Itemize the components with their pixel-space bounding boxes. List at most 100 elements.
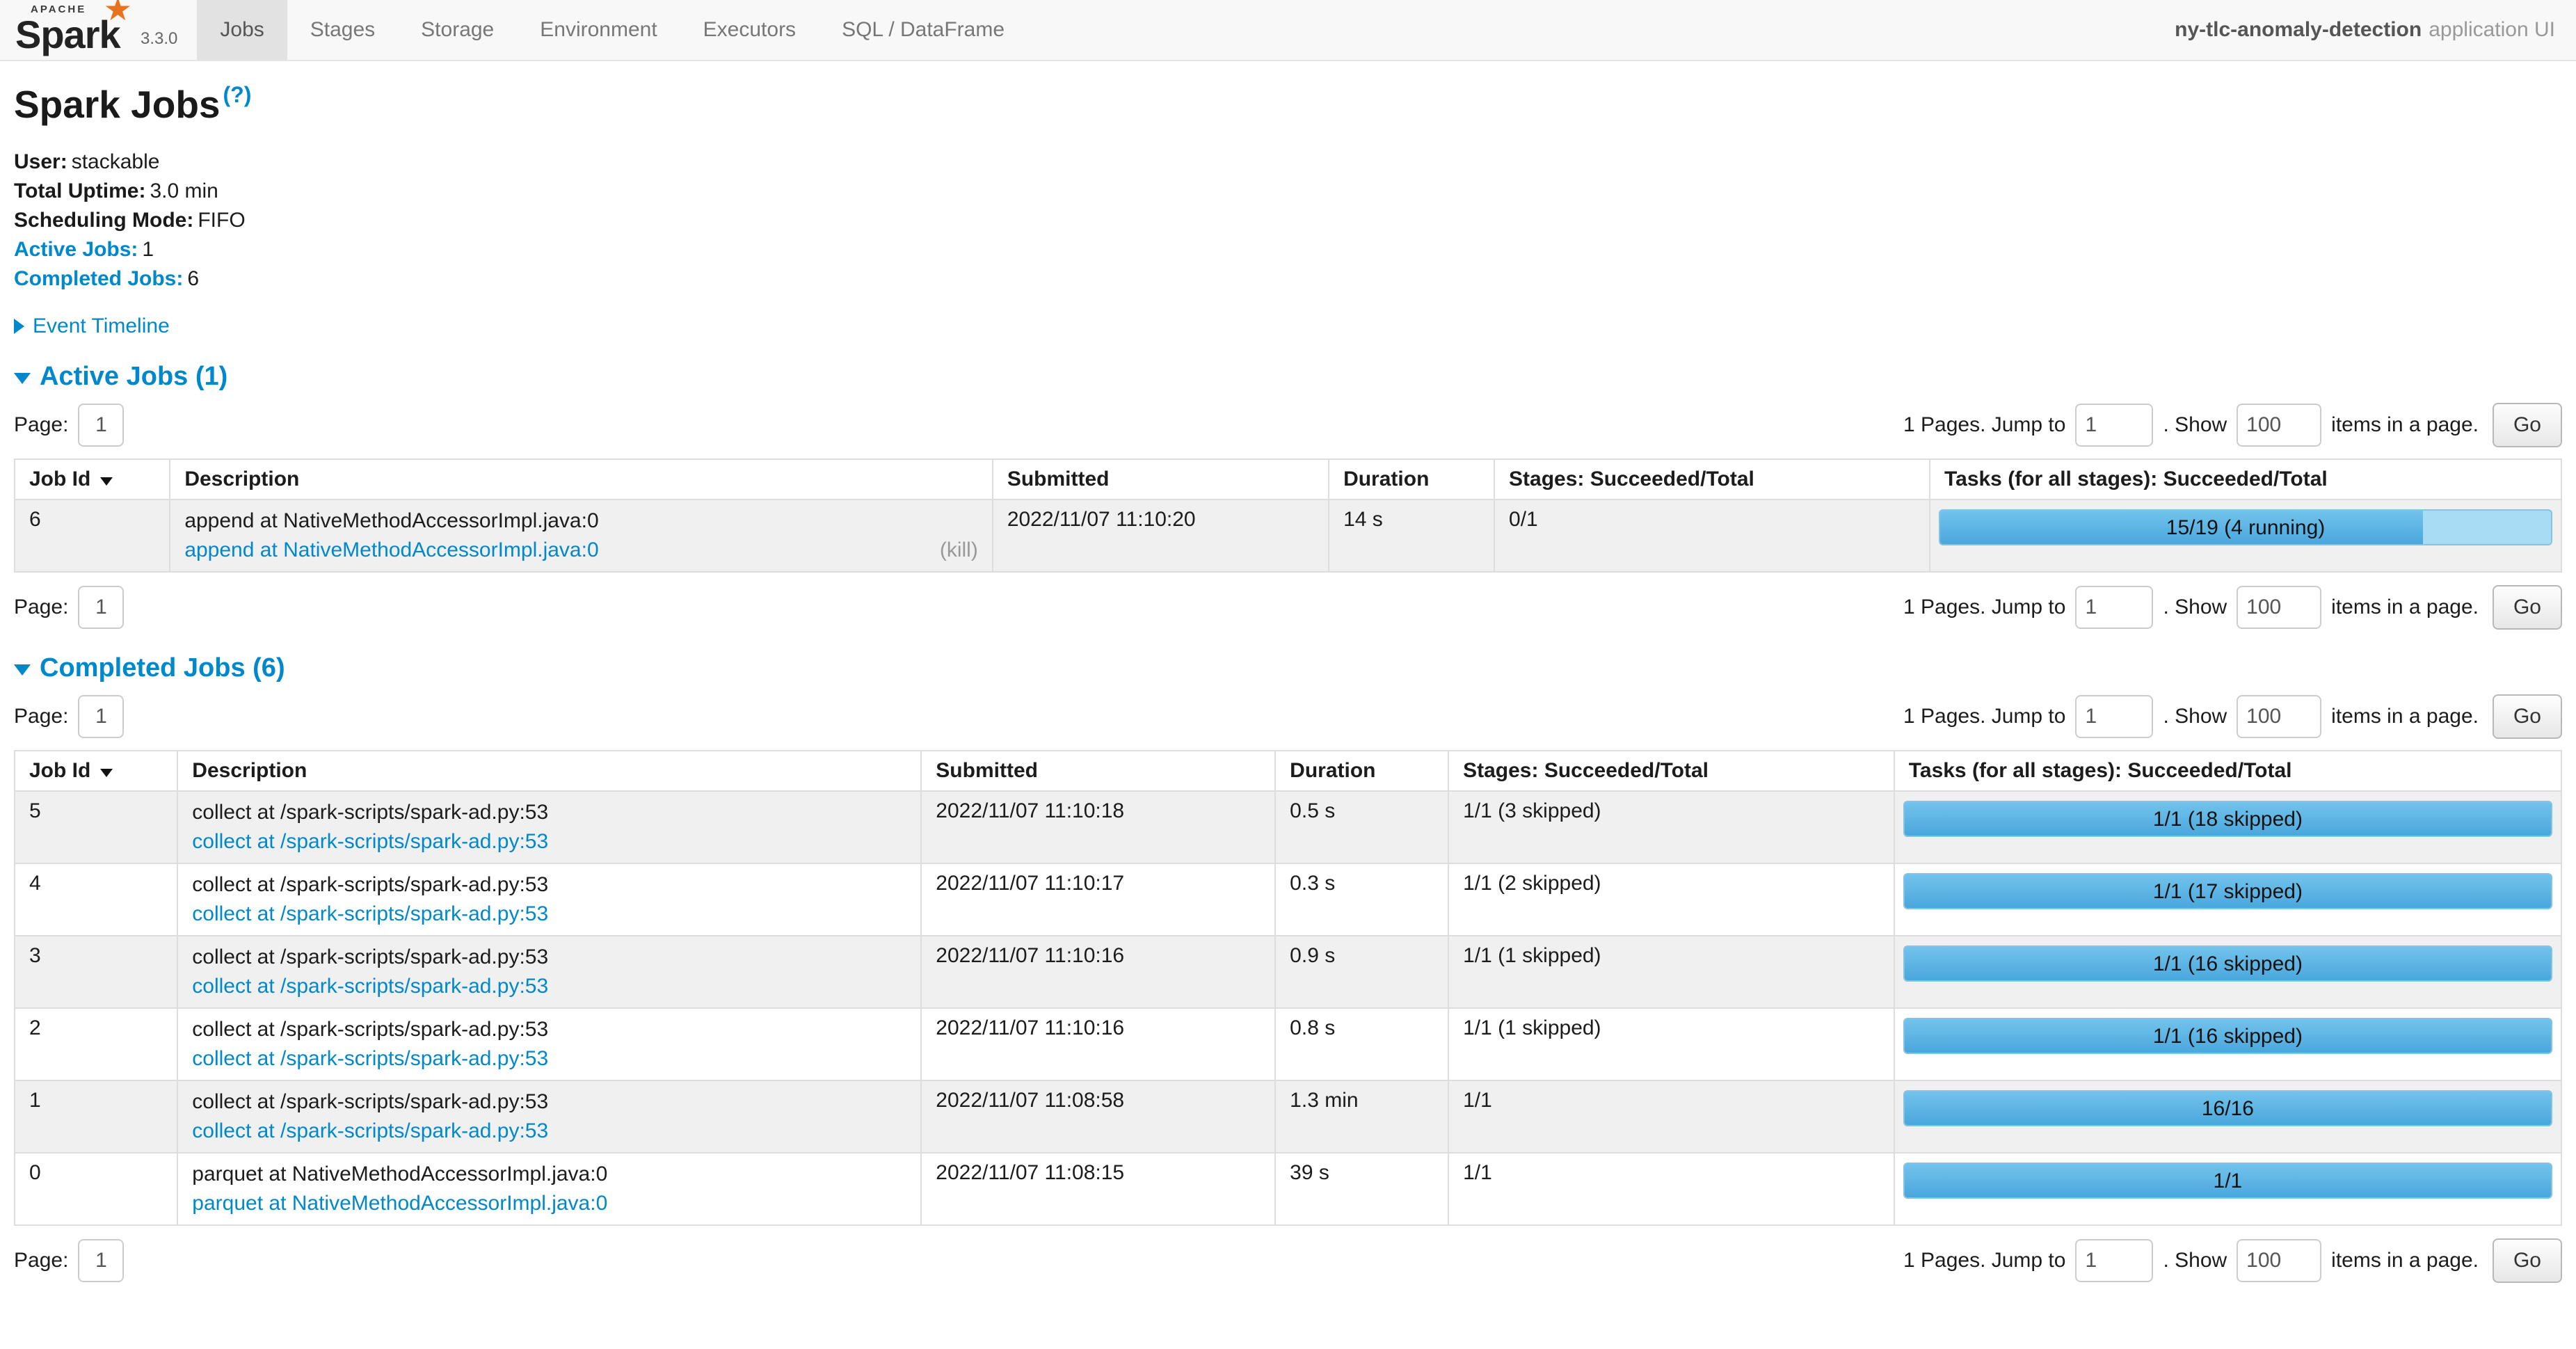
active-jobs-heading: Active Jobs (1) — [40, 362, 227, 392]
collapse-closed-arrow-icon — [14, 319, 24, 334]
job-submitted-cell: 2022/11/07 11:10:16 — [921, 936, 1275, 1008]
job-description-cell: collect at /spark-scripts/spark-ad.py:53… — [177, 791, 921, 863]
nav-tab-stages[interactable]: Stages — [287, 0, 398, 60]
event-timeline-toggle[interactable]: Event Timeline — [14, 314, 170, 338]
job-description-cell: collect at /spark-scripts/spark-ad.py:53… — [177, 1008, 921, 1080]
items-per-page-input[interactable] — [2237, 695, 2321, 738]
jump-to-input[interactable] — [2075, 695, 2153, 738]
nav-tab-sql-dataframe[interactable]: SQL / DataFrame — [819, 0, 1027, 60]
job-stages-cell: 1/1 (3 skipped) — [1448, 791, 1894, 863]
column-header-duration[interactable]: Duration — [1329, 459, 1494, 500]
summary-completed-jobs: Completed Jobs:6 — [14, 264, 2562, 294]
column-header-job-id[interactable]: Job Id — [15, 751, 177, 791]
column-header-description[interactable]: Description — [170, 459, 993, 500]
job-id-cell: 2 — [15, 1008, 177, 1080]
job-duration-cell: 0.3 s — [1275, 863, 1448, 936]
spark-star-icon: ★ — [104, 0, 132, 25]
column-header-job-id[interactable]: Job Id — [15, 459, 170, 500]
job-id-header-label: Job Id — [29, 468, 90, 490]
items-per-page-label: items in a page. — [2331, 413, 2479, 437]
sort-descending-icon — [100, 477, 113, 486]
jump-to-input[interactable] — [2075, 404, 2153, 447]
job-stages-cell: 1/1 — [1448, 1153, 1894, 1225]
column-header-stages[interactable]: Stages: Succeeded/Total — [1448, 751, 1894, 791]
job-stages-cell: 1/1 (1 skipped) — [1448, 936, 1894, 1008]
job-description-link[interactable]: collect at /spark-scripts/spark-ad.py:53 — [192, 1046, 548, 1072]
job-description-link[interactable]: collect at /spark-scripts/spark-ad.py:53 — [192, 901, 548, 927]
items-per-page-label: items in a page. — [2331, 1249, 2479, 1272]
go-button[interactable]: Go — [2493, 694, 2562, 739]
job-duration-cell: 0.9 s — [1275, 936, 1448, 1008]
completed-jobs-heading: Completed Jobs (6) — [40, 653, 285, 683]
page-number-input[interactable] — [78, 404, 124, 447]
job-description-link[interactable]: append at NativeMethodAccessorImpl.java:… — [184, 537, 598, 564]
job-id-cell: 3 — [15, 936, 177, 1008]
application-ui-label: ny-tlc-anomaly-detection application UI — [2175, 0, 2555, 60]
job-description-text: collect at /spark-scripts/spark-ad.py:53 — [192, 799, 906, 826]
progress-label: 1/1 (16 skipped) — [1905, 947, 2551, 980]
job-duration-cell: 39 s — [1275, 1153, 1448, 1225]
job-description-link[interactable]: collect at /spark-scripts/spark-ad.py:53 — [192, 973, 548, 1000]
spark-logo: APACHE Spark ★ — [14, 0, 134, 54]
column-header-description[interactable]: Description — [177, 751, 921, 791]
completed-job-row: 2 collect at /spark-scripts/spark-ad.py:… — [15, 1008, 2561, 1080]
job-submitted-cell: 2022/11/07 11:08:15 — [921, 1153, 1275, 1225]
page-label: Page: — [14, 413, 68, 437]
job-tasks-cell: 15/19 (4 running) — [1930, 500, 2561, 572]
page-content: Spark Jobs(?) User:stackable Total Uptim… — [0, 82, 2576, 1322]
completed-job-row: 3 collect at /spark-scripts/spark-ad.py:… — [15, 936, 2561, 1008]
active-jobs-link[interactable]: Active Jobs: — [14, 238, 138, 261]
column-header-tasks[interactable]: Tasks (for all stages): Succeeded/Total — [1894, 751, 2561, 791]
page-number-input[interactable] — [78, 586, 124, 629]
go-button[interactable]: Go — [2493, 1238, 2562, 1283]
nav-tab-jobs[interactable]: Jobs — [197, 0, 287, 60]
items-per-page-input[interactable] — [2237, 1239, 2321, 1282]
help-link[interactable]: (?) — [223, 82, 252, 107]
job-description-link[interactable]: collect at /spark-scripts/spark-ad.py:53 — [192, 1118, 548, 1144]
completed-jobs-section-toggle[interactable]: Completed Jobs (6) — [14, 653, 285, 683]
job-id-header-label: Job Id — [29, 759, 90, 782]
application-ui-suffix: application UI — [2429, 18, 2555, 42]
progress-label: 16/16 — [1905, 1092, 2551, 1125]
nav-tab-executors[interactable]: Executors — [680, 0, 819, 60]
job-duration-cell: 1.3 min — [1275, 1080, 1448, 1153]
go-button[interactable]: Go — [2493, 403, 2562, 447]
completed-job-row: 4 collect at /spark-scripts/spark-ad.py:… — [15, 863, 2561, 936]
summary-uptime-value: 3.0 min — [150, 179, 218, 202]
job-submitted-cell: 2022/11/07 11:10:17 — [921, 863, 1275, 936]
page-title-text: Spark Jobs — [14, 83, 221, 126]
go-button[interactable]: Go — [2493, 585, 2562, 630]
job-description-cell: append at NativeMethodAccessorImpl.java:… — [170, 500, 993, 572]
completed-jobs-link[interactable]: Completed Jobs: — [14, 267, 183, 290]
column-header-submitted[interactable]: Submitted — [993, 459, 1329, 500]
summary-scheduling-mode-value: FIFO — [198, 209, 245, 232]
spark-logo-link[interactable]: APACHE Spark ★ 3.3.0 — [11, 0, 187, 60]
column-header-submitted[interactable]: Submitted — [921, 751, 1275, 791]
job-description-link[interactable]: collect at /spark-scripts/spark-ad.py:53 — [192, 829, 548, 855]
job-tasks-cell: 1/1 (16 skipped) — [1894, 1008, 2561, 1080]
items-per-page-input[interactable] — [2237, 586, 2321, 629]
job-submitted-cell: 2022/11/07 11:08:58 — [921, 1080, 1275, 1153]
column-header-duration[interactable]: Duration — [1275, 751, 1448, 791]
spark-version: 3.3.0 — [141, 29, 177, 54]
page-number-input[interactable] — [78, 695, 124, 738]
nav-tab-environment[interactable]: Environment — [517, 0, 680, 60]
job-description-link[interactable]: parquet at NativeMethodAccessorImpl.java… — [192, 1190, 607, 1217]
column-header-stages[interactable]: Stages: Succeeded/Total — [1494, 459, 1930, 500]
show-label: . Show — [2163, 413, 2227, 437]
items-per-page-input[interactable] — [2237, 404, 2321, 447]
active-jobs-table: Job Id Description Submitted Duration St… — [14, 458, 2562, 573]
job-tasks-cell: 1/1 — [1894, 1153, 2561, 1225]
completed-jobs-header-row: Job Id Description Submitted Duration St… — [15, 751, 2561, 791]
job-id-cell: 4 — [15, 863, 177, 936]
application-name: ny-tlc-anomaly-detection — [2175, 18, 2422, 42]
page-number-input[interactable] — [78, 1239, 124, 1282]
column-header-tasks[interactable]: Tasks (for all stages): Succeeded/Total — [1930, 459, 2561, 500]
jump-to-input[interactable] — [2075, 1239, 2153, 1282]
main-nav: Jobs Stages Storage Environment Executor… — [197, 0, 1027, 60]
tasks-progress-bar: 16/16 — [1903, 1090, 2552, 1126]
nav-tab-storage[interactable]: Storage — [398, 0, 517, 60]
kill-job-link[interactable]: (kill) — [940, 537, 978, 564]
jump-to-input[interactable] — [2075, 586, 2153, 629]
active-jobs-section-toggle[interactable]: Active Jobs (1) — [14, 362, 227, 392]
